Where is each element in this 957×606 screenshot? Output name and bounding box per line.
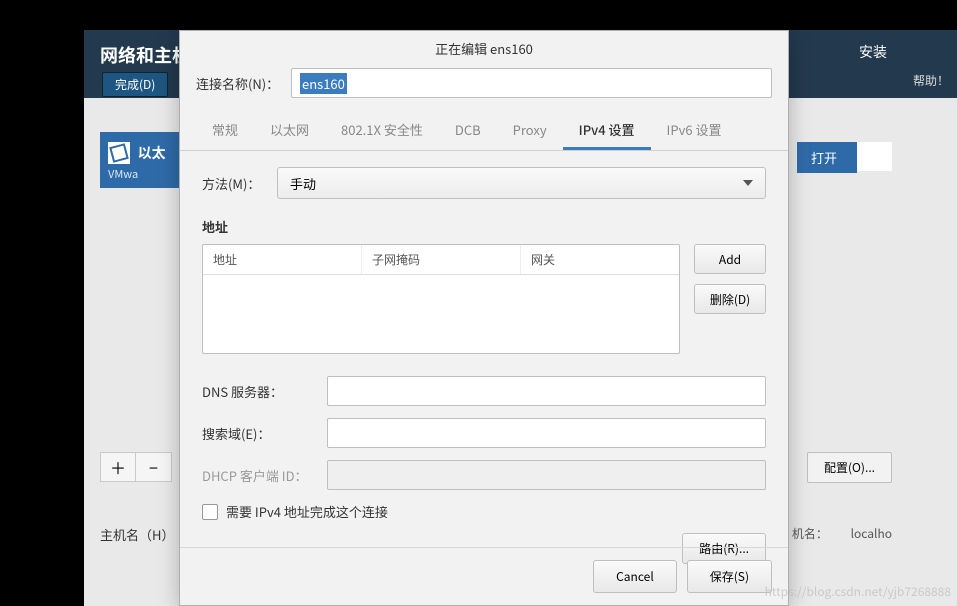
connection-name-row: 连接名称(N)： ens160 xyxy=(180,64,788,112)
address-section-label: 地址 xyxy=(202,217,766,236)
dns-input[interactable] xyxy=(327,376,766,406)
connection-name-input[interactable]: ens160 xyxy=(291,68,772,98)
nic-title: 以太 xyxy=(138,143,166,163)
tab-general[interactable]: 常规 xyxy=(196,112,254,150)
addr-col-address: 地址 xyxy=(203,245,362,274)
connection-name-value: ens160 xyxy=(300,73,347,94)
edit-connection-dialog: 正在编辑 ens160 连接名称(N)： ens160 常规 以太网 802.1… xyxy=(179,30,789,606)
ethernet-icon xyxy=(108,142,130,164)
search-domain-row: 搜索域(E)： xyxy=(202,418,766,448)
chevron-down-icon xyxy=(743,180,753,186)
tab-dcb[interactable]: DCB xyxy=(439,112,497,150)
address-buttons: Add 删除(D) xyxy=(694,244,766,354)
help-button[interactable]: 帮助！ xyxy=(913,72,949,89)
dhcp-client-input xyxy=(327,460,766,490)
page-title: 网络和主机 xyxy=(100,42,190,68)
dialog-title: 正在编辑 ens160 xyxy=(180,31,788,64)
cancel-button[interactable]: Cancel xyxy=(593,560,677,593)
current-hostname-label: 机名： xyxy=(792,525,828,542)
add-connection-button[interactable]: ＋ xyxy=(100,452,136,482)
tab-ethernet[interactable]: 以太网 xyxy=(254,112,325,150)
add-remove-buttons: ＋ − xyxy=(100,452,172,482)
nic-subtitle: VMwa xyxy=(108,166,172,182)
address-container: 地址 子网掩码 网关 Add 删除(D) xyxy=(202,244,766,354)
method-value: 手动 xyxy=(290,174,316,193)
install-label: 安装 xyxy=(859,42,887,62)
current-hostname-value: localho xyxy=(851,525,892,542)
dhcp-client-row: DHCP 客户端 ID： xyxy=(202,460,766,490)
dialog-tabs: 常规 以太网 802.1X 安全性 DCB Proxy IPv4 设置 IPv6… xyxy=(180,112,788,151)
hostname-label: 主机名（H） xyxy=(100,525,174,544)
address-table[interactable]: 地址 子网掩码 网关 xyxy=(202,244,680,354)
save-button[interactable]: 保存(S) xyxy=(687,560,772,593)
require-ipv4-row: 需要 IPv4 地址完成这个连接 xyxy=(202,502,766,521)
delete-address-button[interactable]: 删除(D) xyxy=(694,284,766,314)
tab-ipv6[interactable]: IPv6 设置 xyxy=(651,112,738,150)
tab-8021x[interactable]: 802.1X 安全性 xyxy=(325,112,439,150)
connection-name-label: 连接名称(N)： xyxy=(196,74,291,93)
nic-card[interactable]: 以太 VMwa xyxy=(100,132,180,188)
dns-row: DNS 服务器： xyxy=(202,376,766,406)
dhcp-client-label: DHCP 客户端 ID： xyxy=(202,466,327,485)
method-select[interactable]: 手动 xyxy=(277,167,766,199)
address-table-header: 地址 子网掩码 网关 xyxy=(203,245,679,275)
search-domain-input[interactable] xyxy=(327,418,766,448)
dialog-footer: Cancel 保存(S) xyxy=(180,547,788,605)
require-ipv4-checkbox[interactable] xyxy=(202,504,218,520)
open-toggle-button[interactable]: 打开 xyxy=(797,142,857,173)
require-ipv4-label: 需要 IPv4 地址完成这个连接 xyxy=(226,502,388,521)
search-domain-label: 搜索域(E)： xyxy=(202,424,327,443)
tab-ipv4[interactable]: IPv4 设置 xyxy=(563,112,651,150)
watermark: https://blog.csdn.net/yjb7268888 xyxy=(765,583,951,600)
configure-button[interactable]: 配置(O)... xyxy=(807,452,892,483)
dns-label: DNS 服务器： xyxy=(202,382,327,401)
method-row: 方法(M)： 手动 xyxy=(202,167,766,199)
method-label: 方法(M)： xyxy=(202,174,277,193)
tab-proxy[interactable]: Proxy xyxy=(497,112,563,150)
addr-col-gateway: 网关 xyxy=(521,245,679,274)
done-button[interactable]: 完成(D) xyxy=(102,72,168,97)
remove-connection-button[interactable]: − xyxy=(136,452,172,482)
add-address-button[interactable]: Add xyxy=(694,244,766,274)
toggle-track[interactable] xyxy=(857,142,892,171)
addr-col-netmask: 子网掩码 xyxy=(362,245,521,274)
current-hostname: 机名： localho xyxy=(792,525,892,542)
ipv4-settings-panel: 方法(M)： 手动 地址 地址 子网掩码 网关 Add 删除(D) xyxy=(180,151,788,574)
